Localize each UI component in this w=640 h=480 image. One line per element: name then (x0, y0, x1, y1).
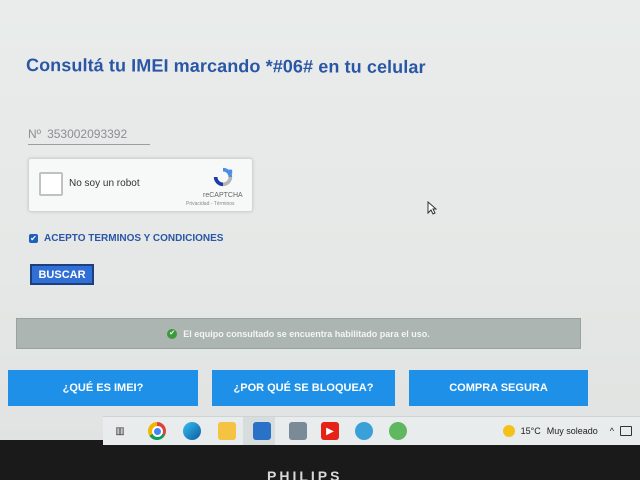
youtube-icon[interactable]: ▶ (321, 422, 339, 440)
check-circle-icon: ✔ (167, 328, 178, 339)
nav-button-what-is-imei[interactable]: ¿QUÉ ES IMEI? (8, 370, 198, 406)
edge-icon[interactable] (183, 422, 201, 440)
weather-temp[interactable]: 15°C (521, 426, 541, 436)
recaptcha-terms[interactable]: Privacidad - Términos (186, 201, 235, 207)
status-banner: ✔ El equipo consultado se encuentra habi… (16, 318, 581, 349)
recaptcha-widget: No soy un robot reCAPTCHA Privacidad - T… (28, 158, 253, 212)
page-title: Consultá tu IMEI marcando *#06# en tu ce… (25, 54, 426, 78)
app-icon-2[interactable] (389, 422, 407, 440)
accept-terms[interactable]: ✔ ACEPTO TERMINOS Y CONDICIONES (29, 233, 223, 244)
imei-input[interactable]: Nº 353002093392 (28, 124, 150, 145)
recaptcha-checkbox[interactable] (39, 172, 63, 196)
chrome-icon[interactable] (148, 422, 166, 440)
network-icon[interactable] (620, 426, 632, 436)
search-button[interactable]: BUSCAR (30, 264, 94, 285)
file-explorer-icon[interactable] (218, 422, 236, 440)
nav-button-why-blocked[interactable]: ¿POR QUÉ SE BLOQUEA? (212, 370, 395, 406)
status-message: El equipo consultado se encuentra habili… (183, 328, 430, 339)
sun-icon (502, 425, 515, 437)
imei-prefix: Nº (28, 127, 42, 141)
calculator-icon[interactable] (289, 422, 307, 440)
nav-button-safe-purchase[interactable]: COMPRA SEGURA (409, 370, 588, 406)
task-view-icon[interactable]: ▥ (111, 422, 129, 440)
weather-desc[interactable]: Muy soleado (547, 426, 598, 436)
monitor-brand: PHILIPS (267, 468, 343, 480)
accept-label: ACEPTO TERMINOS Y CONDICIONES (44, 233, 224, 244)
accept-checkbox[interactable]: ✔ (29, 234, 38, 243)
recaptcha-label: No soy un robot (69, 178, 140, 189)
system-tray: 15°C Muy soleado ^ (502, 417, 640, 445)
outlook-icon[interactable] (253, 422, 271, 440)
app-icon[interactable] (355, 422, 373, 440)
tray-chevron-icon[interactable]: ^ (610, 426, 614, 436)
taskbar: ▥ ▶ 15°C Muy soleado ^ (103, 416, 640, 445)
mouse-cursor-icon (427, 201, 437, 215)
recaptcha-logo-icon (213, 167, 233, 187)
imei-value: 353002093392 (47, 127, 128, 141)
recaptcha-brand: reCAPTCHA (203, 192, 243, 199)
